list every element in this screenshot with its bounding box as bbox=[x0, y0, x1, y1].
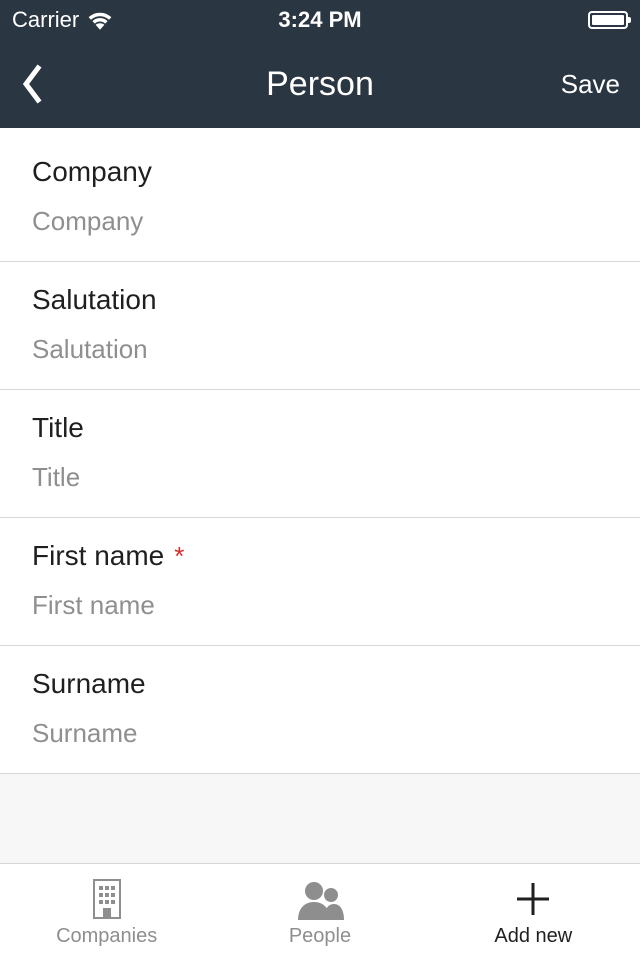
nav-bar: Person Save bbox=[0, 40, 640, 128]
required-asterisk: * bbox=[174, 541, 184, 572]
form-content: Company Salutation Title First name * Su… bbox=[0, 128, 640, 863]
page-title: Person bbox=[266, 65, 374, 104]
field-label: Surname bbox=[32, 668, 146, 700]
status-bar: Carrier 3:24 PM bbox=[0, 0, 640, 40]
salutation-input[interactable] bbox=[32, 334, 608, 365]
field-salutation: Salutation bbox=[0, 262, 640, 390]
company-input[interactable] bbox=[32, 206, 608, 237]
chevron-left-icon bbox=[20, 64, 42, 104]
building-icon bbox=[89, 877, 125, 921]
save-button[interactable]: Save bbox=[561, 69, 620, 100]
plus-icon bbox=[513, 877, 553, 921]
tab-label: People bbox=[289, 925, 351, 948]
tab-people[interactable]: People bbox=[213, 877, 426, 948]
tab-companies[interactable]: Companies bbox=[0, 877, 213, 948]
field-first-name: First name * bbox=[0, 518, 640, 646]
wifi-icon bbox=[87, 10, 113, 30]
back-button[interactable] bbox=[20, 59, 60, 109]
carrier-label: Carrier bbox=[12, 7, 79, 33]
status-right bbox=[588, 11, 628, 29]
field-label: Salutation bbox=[32, 284, 157, 316]
status-time: 3:24 PM bbox=[278, 7, 361, 33]
field-surname: Surname bbox=[0, 646, 640, 774]
field-label: Title bbox=[32, 412, 84, 444]
tab-add-new[interactable]: Add new bbox=[427, 877, 640, 948]
field-label: Company bbox=[32, 156, 152, 188]
surname-input[interactable] bbox=[32, 718, 608, 749]
title-input[interactable] bbox=[32, 462, 608, 493]
field-label: First name bbox=[32, 540, 164, 572]
tab-label: Companies bbox=[56, 925, 157, 948]
battery-icon bbox=[588, 11, 628, 29]
tab-label: Add new bbox=[494, 925, 572, 948]
field-title: Title bbox=[0, 390, 640, 518]
tab-bar: Companies People Add new bbox=[0, 863, 640, 960]
first-name-input[interactable] bbox=[32, 590, 608, 621]
people-icon bbox=[294, 877, 346, 921]
status-left: Carrier bbox=[12, 7, 113, 33]
field-company: Company bbox=[0, 128, 640, 262]
